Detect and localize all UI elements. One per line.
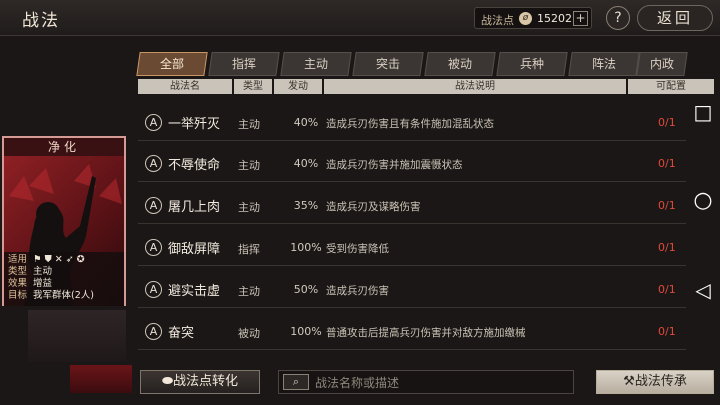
search-placeholder: 战法名称或描述	[315, 376, 400, 390]
tactic-card-purify[interactable]: 净化 适用 ⚑ ⛊ ✕ ➶ ✪ 类型 主动 效果 增益 目标 我军群体(2人)	[2, 136, 126, 306]
points-value: 15202	[537, 12, 572, 25]
add-points-button[interactable]: +	[573, 11, 588, 26]
tactic-type: 主动	[238, 118, 260, 131]
tactic-grade-icon: A	[145, 239, 162, 256]
col-desc: 战法说明	[324, 79, 626, 94]
tactic-name: 屠几上肉	[168, 200, 221, 215]
tactic-trigger: 100%	[290, 241, 322, 254]
tactic-grade-icon: A	[145, 281, 162, 298]
category-tabs: 全部 指挥 主动 突击 被动 兵种 阵法 内政	[136, 52, 688, 76]
tactic-trigger: 40%	[293, 116, 319, 129]
tactic-points-display: 战法点 ø 15202 +	[474, 7, 592, 29]
tab-troop[interactable]: 兵种	[496, 52, 568, 76]
tactic-desc: 普通攻击后提高兵刃伤害并对敌方施加缴械	[326, 327, 526, 339]
points-label: 战法点	[481, 14, 514, 27]
system-nav-bar: □ ○ ◁	[686, 94, 720, 334]
tactic-grade-icon: A	[145, 114, 162, 131]
tab-formation[interactable]: 阵法	[568, 52, 640, 76]
tactic-desc: 造成兵刃伤害	[326, 285, 389, 297]
tactic-config: 0/1	[658, 157, 676, 170]
top-bar: 战法 战法点 ø 15202 + ? 返回	[0, 0, 720, 36]
search-input[interactable]: ⌕ 战法名称或描述	[278, 370, 574, 394]
inherit-tactic-button[interactable]: ⚒战法传承	[596, 370, 714, 394]
tactic-trigger: 35%	[293, 199, 319, 212]
tactic-name: 御敌屏障	[168, 242, 221, 257]
tactic-name: 一举歼灭	[168, 117, 221, 132]
tactic-grade-icon: A	[145, 155, 162, 172]
tactic-desc: 造成兵刃伤害并施加震慑状态	[326, 159, 463, 171]
hammer-icon: ⚒	[623, 374, 635, 389]
back-button[interactable]: 返回	[637, 5, 713, 31]
tab-command[interactable]: 指挥	[208, 52, 280, 76]
column-header: 战法名 类型 发动 战法说明 可配置	[138, 79, 714, 94]
tactic-grade-icon: A	[145, 197, 162, 214]
table-row[interactable]: A 奋突 被动 100% 普通攻击后提高兵刃伤害并对敌方施加缴械 0/1	[138, 314, 686, 350]
table-row[interactable]: A 一举歼灭 主动 40% 造成兵刃伤害且有条件施加混乱状态 0/1	[138, 105, 686, 141]
home-button[interactable]: ○	[686, 188, 720, 213]
tactic-config: 0/1	[658, 116, 676, 129]
ink-coin-icon: ø	[519, 12, 532, 25]
tactic-config: 0/1	[658, 325, 676, 338]
tactic-name: 不辱使命	[168, 158, 221, 173]
page-title: 战法	[22, 11, 60, 31]
tactic-card-secondary[interactable]	[28, 310, 126, 362]
col-name[interactable]: 战法名	[138, 79, 232, 94]
col-trigger[interactable]: 发动	[274, 79, 322, 94]
tactic-trigger: 40%	[293, 157, 319, 170]
convert-points-button[interactable]: ⬬战法点转化	[140, 370, 260, 394]
tactic-type: 主动	[238, 201, 260, 214]
tactic-desc: 造成兵刃及谋略伤害	[326, 201, 421, 213]
tactic-card-tertiary[interactable]	[70, 365, 132, 393]
tactic-desc: 受到伤害降低	[326, 243, 389, 255]
table-row[interactable]: A 屠几上肉 主动 35% 造成兵刃及谋略伤害 0/1	[138, 188, 686, 224]
tab-internal[interactable]: 内政	[636, 52, 688, 76]
tactic-config: 0/1	[658, 241, 676, 254]
nav-back-button[interactable]: ◁	[686, 278, 720, 302]
tab-passive[interactable]: 被动	[424, 52, 496, 76]
tactic-type: 指挥	[238, 243, 260, 256]
tactic-grade-icon: A	[145, 323, 162, 340]
recent-apps-button[interactable]: □	[686, 100, 720, 124]
card-info: 适用 ⚑ ⛊ ✕ ➶ ✪ 类型 主动 效果 增益 目标 我军群体(2人)	[4, 252, 124, 306]
table-row[interactable]: A 不辱使命 主动 40% 造成兵刃伤害并施加震慑状态 0/1	[138, 146, 686, 182]
tactic-trigger: 100%	[290, 325, 322, 338]
col-type[interactable]: 类型	[234, 79, 272, 94]
tactic-desc: 造成兵刃伤害且有条件施加混乱状态	[326, 118, 494, 130]
col-config[interactable]: 可配置	[628, 79, 714, 94]
card-title: 净化	[4, 138, 124, 156]
help-button[interactable]: ?	[606, 6, 630, 30]
tactic-config: 0/1	[658, 283, 676, 296]
tactic-type: 主动	[238, 159, 260, 172]
table-row[interactable]: A 御敌屏障 指挥 100% 受到伤害降低 0/1	[138, 230, 686, 266]
tactic-name: 奋突	[168, 326, 195, 341]
tactic-type: 被动	[238, 327, 260, 340]
tab-all[interactable]: 全部	[136, 52, 208, 76]
search-icon[interactable]: ⌕	[283, 374, 309, 390]
tactic-type: 主动	[238, 285, 260, 298]
tactic-list[interactable]: A 一举歼灭 主动 40% 造成兵刃伤害且有条件施加混乱状态 0/1 A 不辱使…	[138, 100, 686, 355]
tab-active[interactable]: 主动	[280, 52, 352, 76]
tactic-config: 0/1	[658, 199, 676, 212]
tab-assault[interactable]: 突击	[352, 52, 424, 76]
tactic-name: 避实击虚	[168, 284, 221, 299]
table-row[interactable]: A 避实击虚 主动 50% 造成兵刃伤害 0/1	[138, 272, 686, 308]
gear-icon: ⬬	[161, 374, 174, 389]
tactic-trigger: 50%	[293, 283, 319, 296]
